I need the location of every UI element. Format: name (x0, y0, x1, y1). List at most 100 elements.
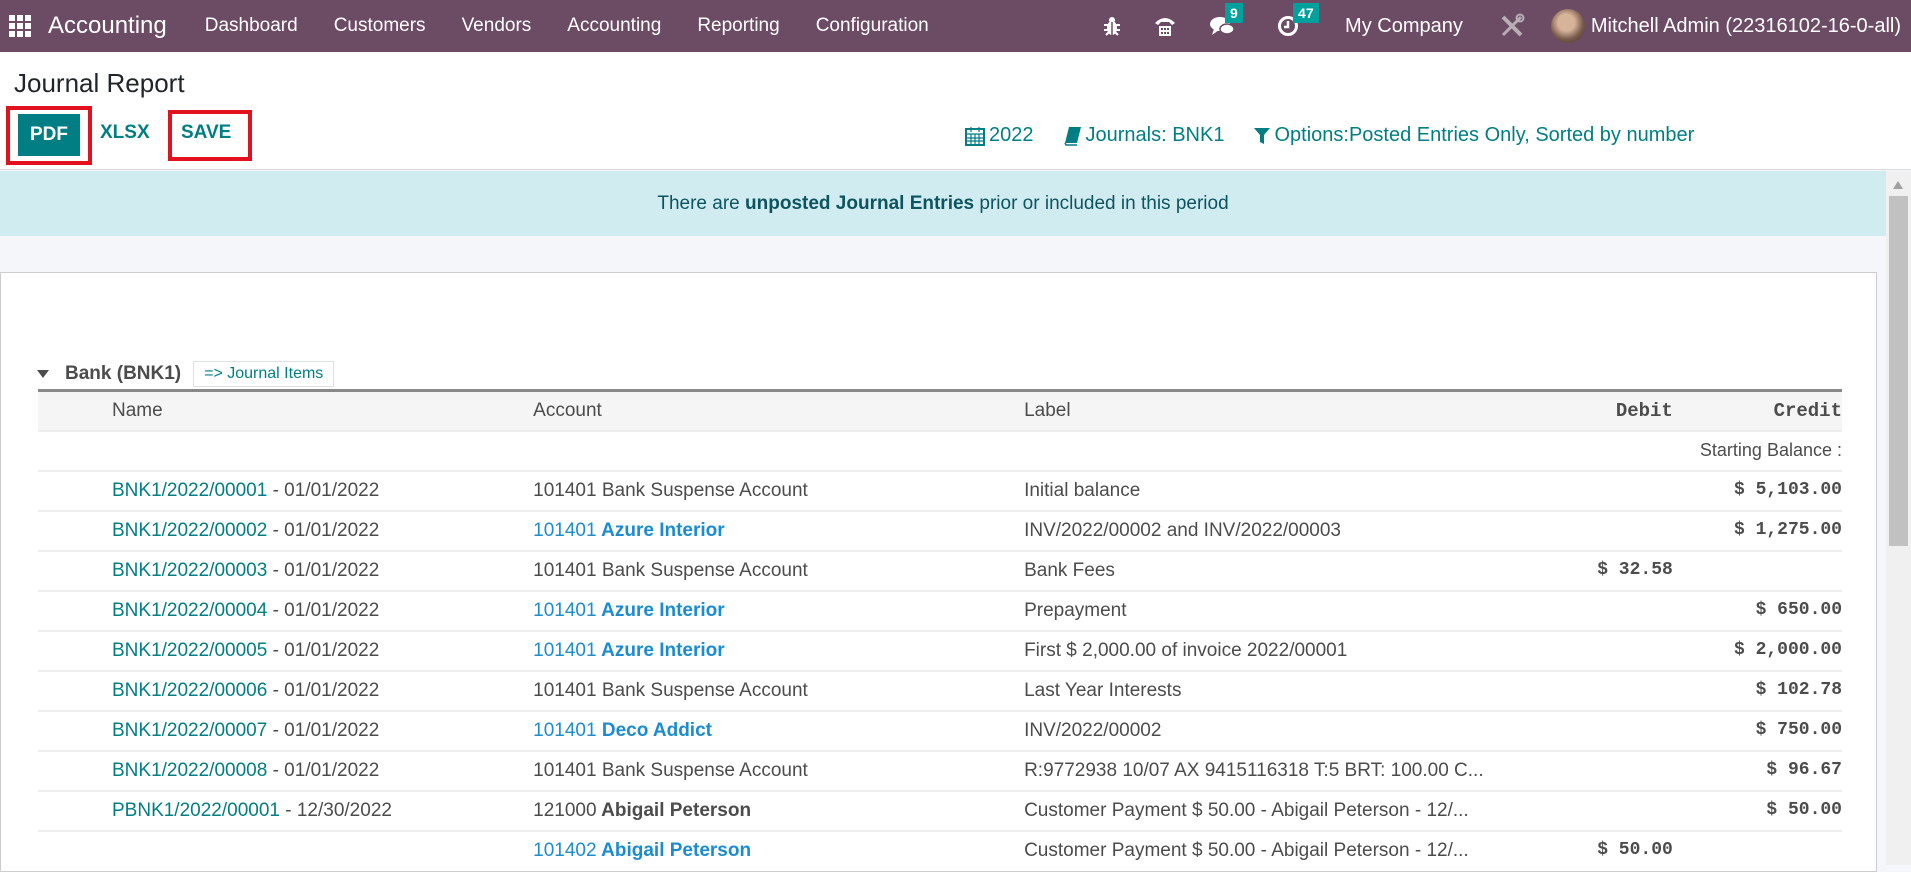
column-header-name: Name (112, 399, 163, 421)
pdf-button[interactable]: PDF (18, 114, 80, 156)
alert-text-bold[interactable]: unposted Journal Entries (745, 193, 974, 215)
messages-count-badge: 9 (1225, 3, 1243, 23)
credit-cell: $ 5,103.00 (1672, 469, 1842, 511)
journal-entry-link[interactable]: BNK1/2022/00003 (112, 560, 267, 581)
credit-cell: $ 650.00 (1672, 589, 1842, 631)
user-avatar[interactable] (1550, 9, 1585, 43)
label-cell: INV/2022/00002 (1024, 709, 1508, 751)
entry-name-cell: BNK1/2022/00006 - 01/01/2022 (38, 669, 534, 711)
entry-name-cell: BNK1/2022/00003 - 01/01/2022 (38, 549, 534, 591)
account-code: 101401 (533, 479, 597, 501)
label-cell: First $ 2,000.00 of invoice 2022/00001 (1024, 629, 1508, 671)
messages-icon[interactable]: 9 (1209, 3, 1243, 37)
entry-date: - 01/01/2022 (267, 559, 380, 581)
journal-entry-link[interactable]: BNK1/2022/00004 (112, 600, 267, 621)
column-header-debit: Debit (1615, 399, 1673, 422)
account-cell[interactable]: 101401 Azure Interior (533, 589, 1025, 631)
journal-entry-link[interactable]: BNK1/2022/00002 (112, 520, 267, 541)
user-menu[interactable]: Mitchell Admin (22316102-16-0-all) (1591, 15, 1901, 38)
alert-text-prefix: There are (657, 192, 746, 214)
account-partner-name[interactable]: Azure Interior (597, 640, 725, 661)
debit-cell (1507, 469, 1673, 511)
account-code: 101401 (533, 759, 597, 781)
account-partner-name[interactable]: Azure Interior (597, 600, 725, 621)
account-code[interactable]: 101401 (533, 720, 596, 741)
tools-icon[interactable] (1499, 13, 1525, 39)
label-cell: Initial balance (1024, 469, 1508, 511)
entry-name-cell: BNK1/2022/00005 - 01/01/2022 (38, 629, 534, 671)
credit-cell: $ 1,275.00 (1672, 509, 1842, 551)
phone-icon[interactable] (1153, 15, 1177, 37)
menu-dashboard[interactable]: Dashboard (205, 15, 298, 37)
table-row: BNK1/2022/00007 - 01/01/2022 101401 Deco … (38, 709, 1842, 751)
debit-cell (1507, 789, 1673, 831)
credit-cell: $ 50.00 (1672, 789, 1842, 831)
label-cell: Last Year Interests (1024, 669, 1508, 711)
entry-name-cell: BNK1/2022/00007 - 01/01/2022 (38, 709, 534, 751)
debit-cell (1507, 749, 1673, 791)
caret-down-icon[interactable] (37, 370, 49, 378)
journal-items-button[interactable]: => Journal Items (193, 361, 335, 387)
account-cell[interactable]: 101401 Azure Interior (533, 509, 1025, 551)
menu-reporting[interactable]: Reporting (697, 15, 779, 37)
table-row: BNK1/2022/00003 - 01/01/2022 101401 Bank … (38, 549, 1842, 591)
calendar-icon (965, 126, 985, 146)
scroll-thumb[interactable] (1889, 196, 1908, 546)
journal-entry-link[interactable]: BNK1/2022/00006 (112, 680, 267, 701)
account-cell: 101401 Bank Suspense Account (533, 749, 1025, 791)
journal-entry-link[interactable]: BNK1/2022/00007 (112, 720, 267, 741)
account-cell[interactable]: 101401 Deco Addict (533, 709, 1025, 751)
debit-cell (1507, 509, 1673, 551)
save-button[interactable]: SAVE (181, 122, 231, 144)
account-partner-name[interactable]: Abigail Peterson (597, 840, 751, 861)
date-filter[interactable]: 2022 (965, 124, 1034, 147)
app-name[interactable]: Accounting (48, 12, 167, 40)
label-cell: Customer Payment $ 50.00 - Abigail Peter… (1024, 789, 1508, 831)
account-cell: 101401 Bank Suspense Account (533, 669, 1025, 711)
account-partner-name: Bank Suspense Account (596, 759, 808, 781)
debit-cell (1507, 589, 1673, 631)
menu-configuration[interactable]: Configuration (816, 15, 929, 37)
account-code[interactable]: 101401 (533, 640, 596, 661)
menu-accounting[interactable]: Accounting (567, 15, 661, 37)
journal-entry-link[interactable]: BNK1/2022/00008 (112, 760, 267, 781)
menu-vendors[interactable]: Vendors (462, 15, 532, 37)
company-switcher[interactable]: My Company (1345, 15, 1463, 38)
vertical-scrollbar[interactable] (1886, 171, 1911, 865)
xlsx-button[interactable]: XLSX (100, 122, 150, 144)
options-filter[interactable]: Options:Posted Entries Only, Sorted by n… (1254, 124, 1694, 147)
table-row: BNK1/2022/00006 - 01/01/2022 101401 Bank … (38, 669, 1842, 711)
entry-date: - 01/01/2022 (267, 719, 380, 741)
account-code[interactable]: 101402 (533, 840, 596, 861)
options-filter-label: Options:Posted Entries Only, Sorted by n… (1274, 124, 1695, 146)
journals-filter[interactable]: Journals: BNK1 (1063, 124, 1224, 147)
entry-name-cell: BNK1/2022/00004 - 01/01/2022 (38, 589, 534, 631)
entry-date: - 01/01/2022 (267, 519, 380, 541)
account-code[interactable]: 101401 (533, 600, 596, 621)
scroll-up-arrow-icon[interactable] (1893, 181, 1903, 189)
account-cell[interactable]: 101401 Azure Interior (533, 629, 1025, 671)
journal-group-header[interactable]: Bank (BNK1) => Journal Items (37, 361, 335, 387)
credit-cell: $ 2,000.00 (1672, 629, 1842, 671)
credit-cell: $ 750.00 (1672, 709, 1842, 751)
entry-name-cell: BNK1/2022/00008 - 01/01/2022 (38, 749, 534, 791)
alert-text-suffix: prior or included in this period (974, 192, 1229, 214)
journal-entry-link[interactable]: BNK1/2022/00001 (112, 480, 267, 501)
app-menu-icon[interactable] (9, 15, 31, 37)
account-cell: 101401 Bank Suspense Account (533, 549, 1025, 591)
entry-date: - 01/01/2022 (267, 599, 380, 621)
debit-cell (1507, 709, 1673, 751)
entry-name-cell: PBNK1/2022/00001 - 12/30/2022 (38, 789, 534, 831)
column-header-credit: Credit (1773, 399, 1842, 422)
account-partner-name[interactable]: Deco Addict (597, 720, 712, 741)
account-partner-name[interactable]: Azure Interior (597, 520, 725, 541)
activities-clock-icon[interactable]: 47 (1277, 3, 1319, 37)
journal-entry-link[interactable]: BNK1/2022/00005 (112, 640, 267, 661)
menu-customers[interactable]: Customers (334, 15, 426, 37)
debug-bug-icon[interactable] (1103, 16, 1121, 36)
debit-cell (1507, 669, 1673, 711)
filter-funnel-icon (1254, 127, 1271, 144)
journal-entry-link[interactable]: PBNK1/2022/00001 (112, 800, 280, 821)
account-code[interactable]: 101401 (533, 520, 596, 541)
report-card: Bank (BNK1) => Journal Items Name Accoun… (0, 272, 1877, 872)
